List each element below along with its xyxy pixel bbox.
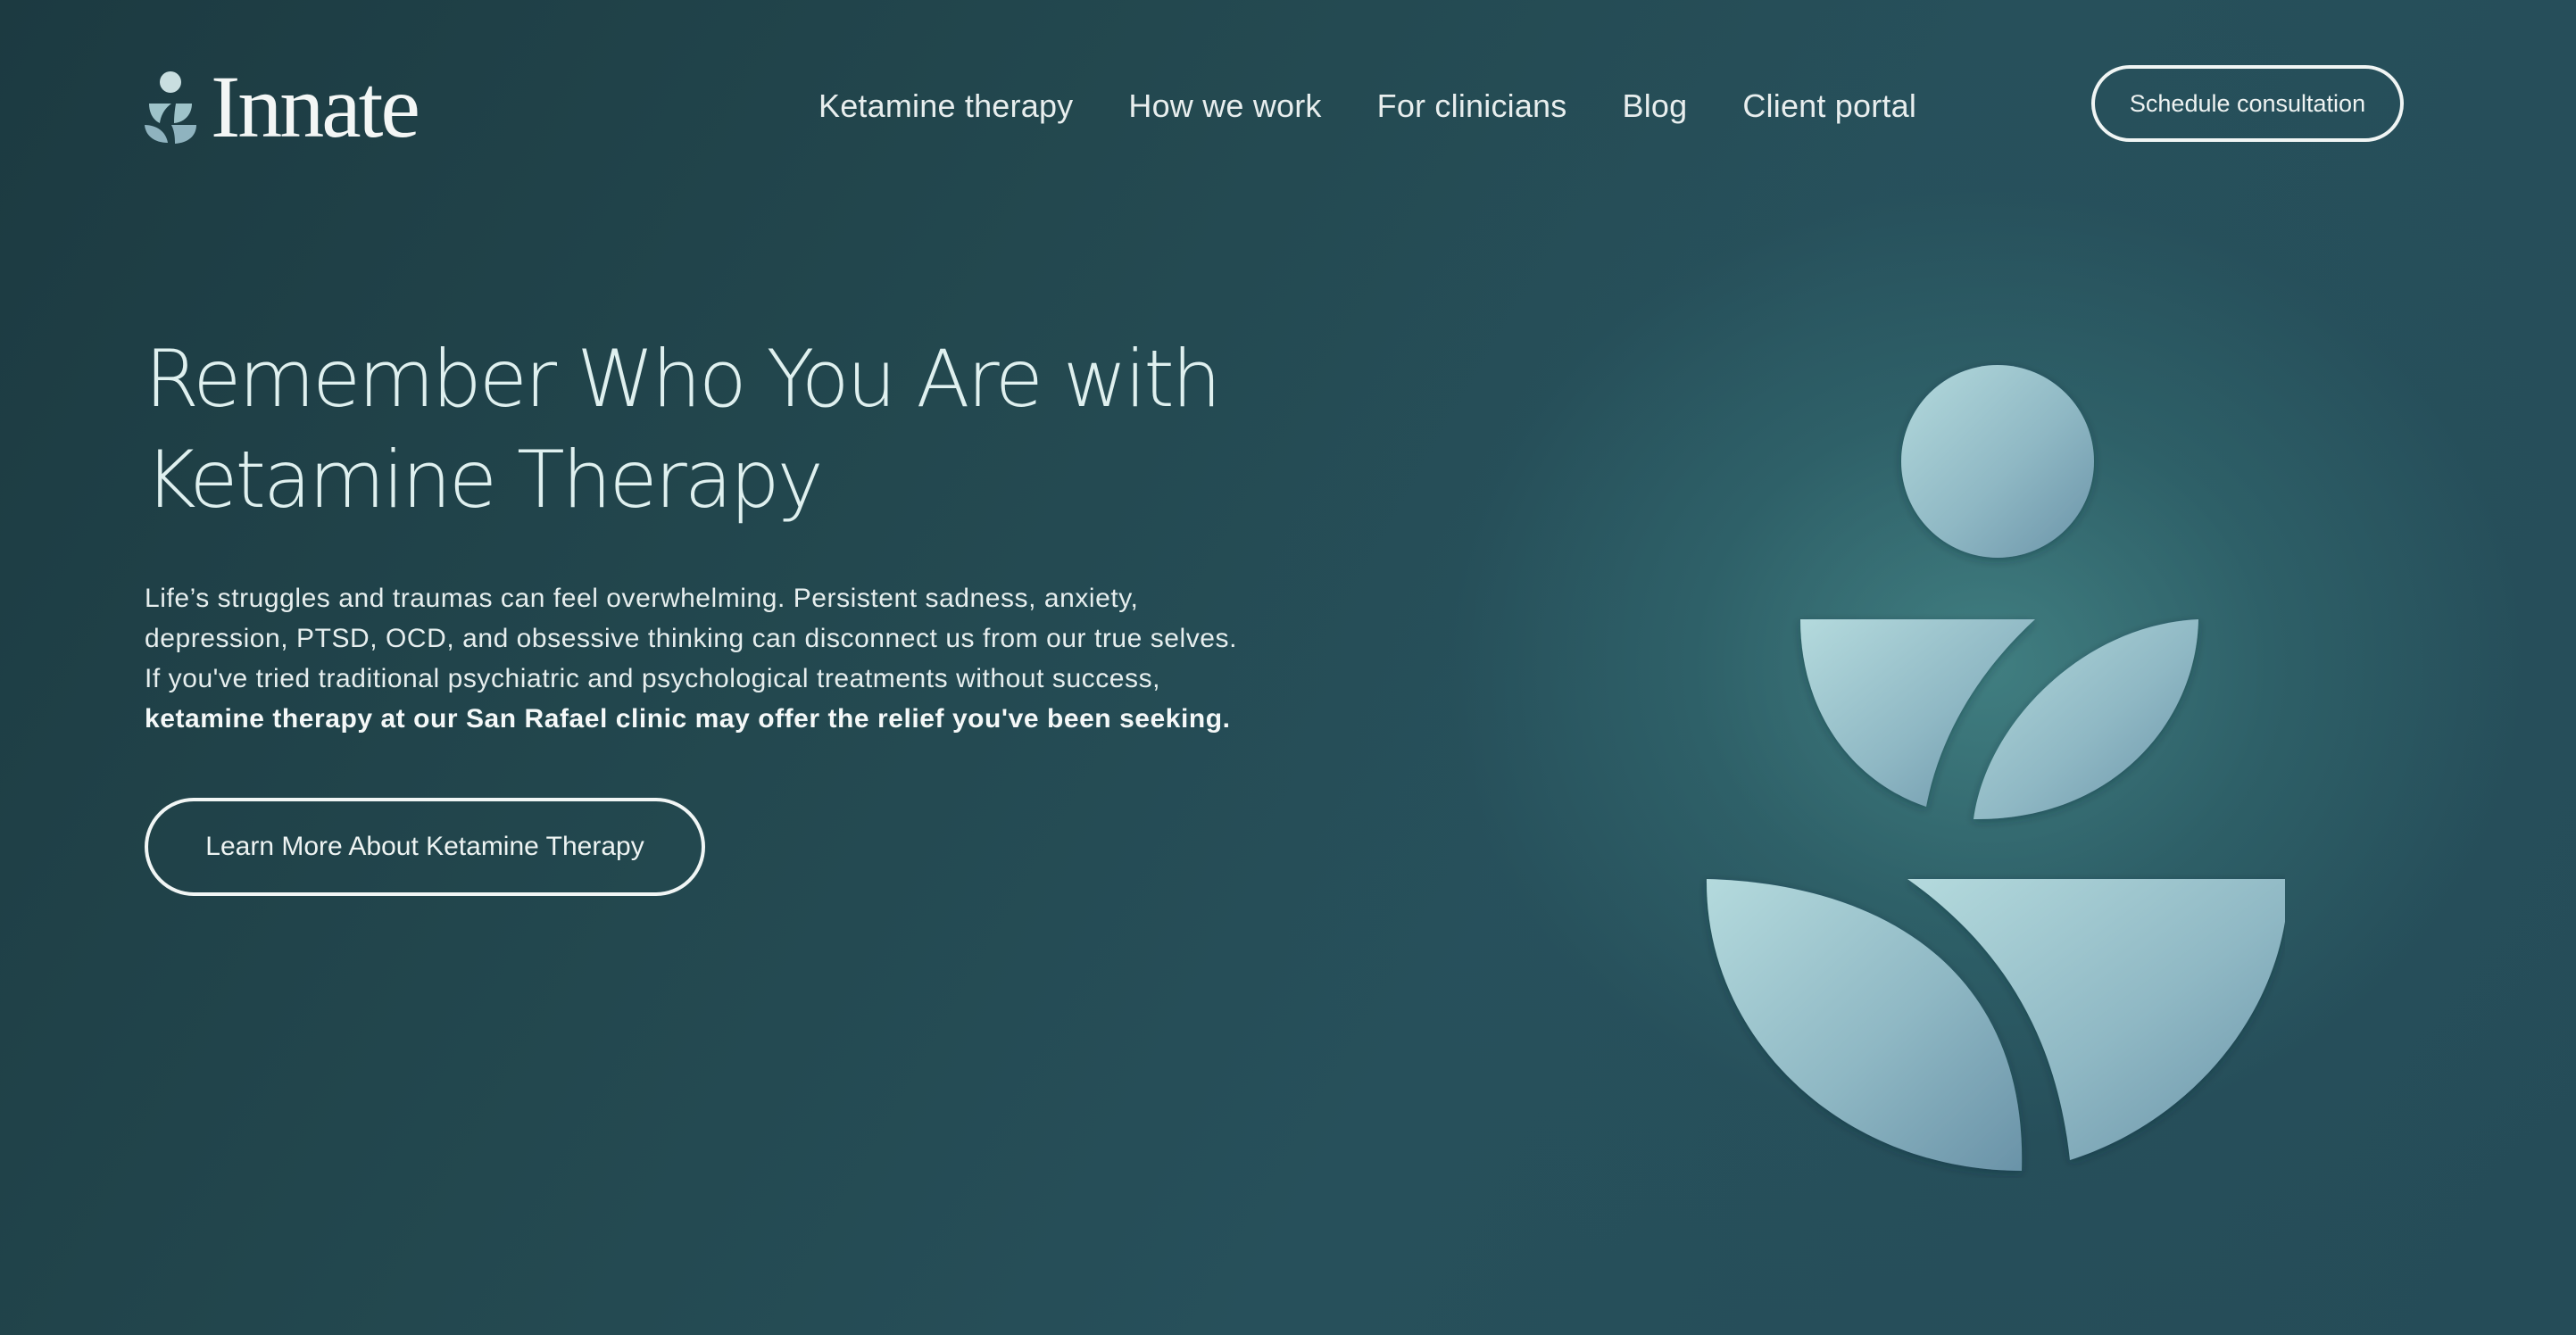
nav-item-blog[interactable]: Blog <box>1622 87 1687 125</box>
abstract-person-leaves-icon <box>1706 365 2285 1171</box>
schedule-consultation-button[interactable]: Schedule consultation <box>2091 65 2404 142</box>
brand-name: Innate <box>211 57 420 156</box>
main-nav: Ketamine therapy How we work For clinici… <box>819 87 1916 125</box>
hero-description-bold: ketamine therapy at our San Rafael clini… <box>145 704 1231 734</box>
illustration-upper-right-leaf <box>1974 619 2198 820</box>
hero-description-line-1: Life’s struggles and traumas can feel ov… <box>145 584 1139 613</box>
brand-logo[interactable]: Innate <box>145 57 420 156</box>
hero-description: Life’s struggles and traumas can feel ov… <box>145 578 1296 739</box>
hero-title-line-1: Remember Who You Are with <box>145 333 1222 425</box>
hero-title: Remember Who You Are with Ketamine Thera… <box>145 328 1305 530</box>
hero-description-line-2: depression, PTSD, OCD, and obsessive thi… <box>145 624 1237 653</box>
sprout-person-icon <box>145 71 196 144</box>
nav-item-ketamine-therapy[interactable]: Ketamine therapy <box>819 87 1073 125</box>
nav-item-client-portal[interactable]: Client portal <box>1742 87 1916 125</box>
nav-item-how-we-work[interactable]: How we work <box>1128 87 1321 125</box>
hero-description-line-3: If you've tried traditional psychiatric … <box>145 664 1160 693</box>
nav-item-for-clinicians[interactable]: For clinicians <box>1377 87 1567 125</box>
illustration-head <box>1901 365 2094 558</box>
learn-more-button[interactable]: Learn More About Ketamine Therapy <box>145 798 705 896</box>
hero-title-line-2: Ketamine Therapy <box>145 434 824 526</box>
